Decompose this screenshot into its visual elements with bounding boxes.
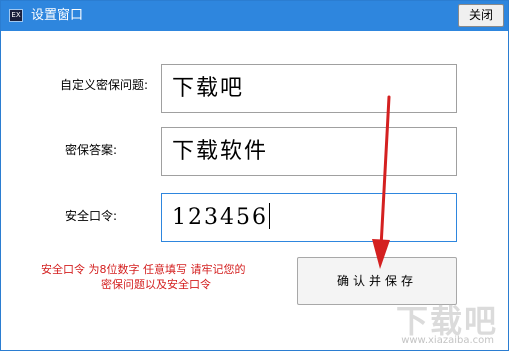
password-label: 安全口令: [64,209,117,223]
hint-line-2: 密保问题以及安全口令 [101,278,211,291]
hint-line-1: 安全口令 为8位数字 任意填写 请牢记您的 [41,263,246,276]
text-caret [268,203,270,229]
app-logo-icon: EX [9,9,23,22]
question-field[interactable]: 下载吧 [161,64,457,113]
title-bar: EX 设置窗口 关闭 [1,1,508,31]
hint-text: 安全口令 为8位数字 任意填写 请牢记您的 密保问题以及安全口令 [41,262,281,292]
question-value: 下载吧 [172,76,245,101]
answer-field[interactable]: 下载软件 [161,127,457,176]
password-field[interactable]: 123456 [161,193,457,242]
answer-value: 下载软件 [172,139,269,164]
watermark: 下载吧 www.xiazaiba.com [380,296,498,346]
window-title: 设置窗口 [31,8,84,23]
answer-label: 密保答案: [64,143,117,157]
close-button[interactable]: 关闭 [458,4,504,27]
watermark-url: www.xiazaiba.com [401,335,494,346]
password-value: 123456 [172,205,268,230]
question-label: 自定义密保问题: [59,78,148,92]
